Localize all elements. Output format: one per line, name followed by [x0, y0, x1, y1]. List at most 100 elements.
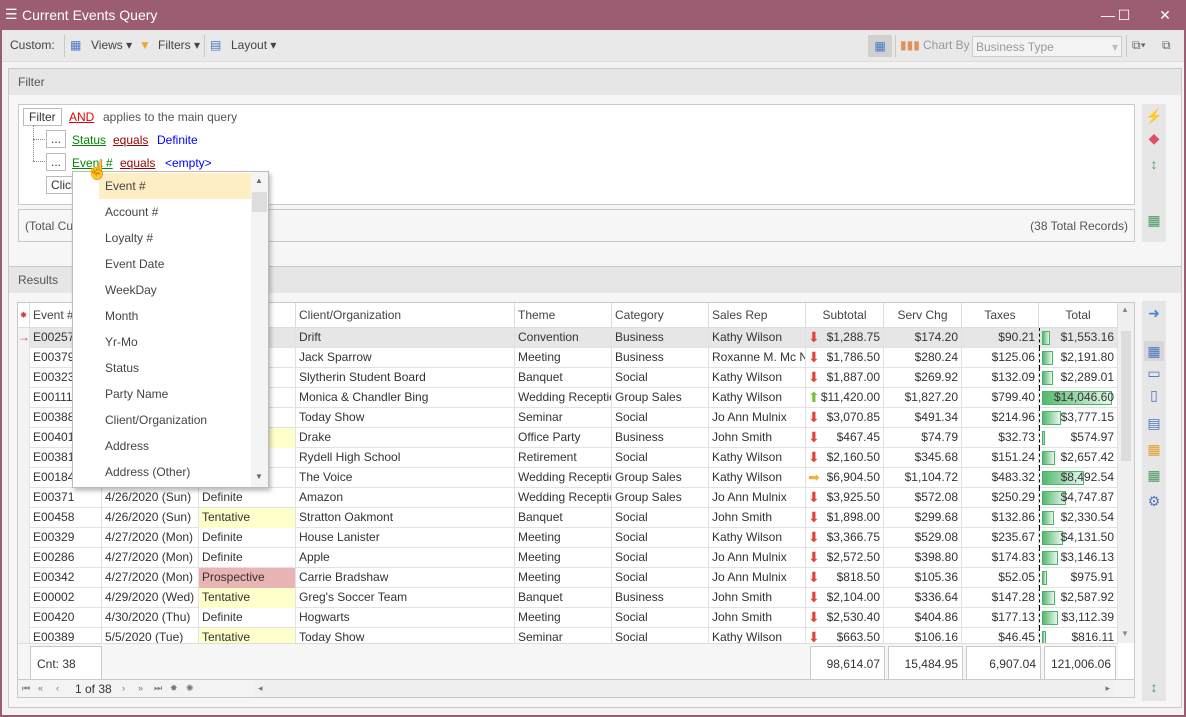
- first-record-button[interactable]: ⏮: [22, 683, 30, 694]
- cell-subtotal[interactable]: ⬇ $1,786.50: [806, 348, 884, 368]
- next-record-button[interactable]: ›: [122, 683, 125, 693]
- cell-event-date[interactable]: 4/27/2020 (Mon): [102, 548, 199, 568]
- cell-category[interactable]: Business: [612, 328, 709, 348]
- table-row[interactable]: E00002 4/29/2020 (Wed) Tentative Greg's Soc…: [18, 588, 1118, 608]
- cell-status[interactable]: Definite: [199, 528, 296, 548]
- cell-sales-rep[interactable]: Kathy Wilson: [709, 528, 806, 548]
- dropdown-item[interactable]: Month: [99, 303, 251, 329]
- cell-serv-chg[interactable]: $1,827.20: [884, 388, 962, 408]
- cell-taxes[interactable]: $174.83: [962, 548, 1039, 568]
- cell-client-organization[interactable]: Amazon: [296, 488, 515, 508]
- cell-theme[interactable]: Meeting: [515, 348, 612, 368]
- cell-client-organization[interactable]: The Voice: [296, 468, 515, 488]
- cell-subtotal[interactable]: ⬇ $818.50: [806, 568, 884, 588]
- cell-category[interactable]: Social: [612, 508, 709, 528]
- column-header[interactable]: Category: [612, 303, 709, 328]
- cell-client-organization[interactable]: Carrie Bradshaw: [296, 568, 515, 588]
- column-fit-icon[interactable]: ▦: [1144, 341, 1164, 361]
- cell-category[interactable]: Social: [612, 548, 709, 568]
- cell-serv-chg[interactable]: $398.80: [884, 548, 962, 568]
- dropdown-item[interactable]: Address (Other): [99, 459, 251, 485]
- table-row[interactable]: E00371 4/26/2020 (Sun) Definite Amazon Weddi…: [18, 488, 1118, 508]
- cell-sales-rep[interactable]: John Smith: [709, 588, 806, 608]
- form-view-icon[interactable]: ▭: [1144, 363, 1164, 383]
- window-settings-icon[interactable]: ⧉▾: [1132, 38, 1146, 53]
- maximize-button[interactable]: ☐: [1109, 4, 1139, 26]
- cell-serv-chg[interactable]: $404.86: [884, 608, 962, 628]
- cell-client-organization[interactable]: Apple: [296, 548, 515, 568]
- cell-serv-chg[interactable]: $280.24: [884, 348, 962, 368]
- edit-grid-icon[interactable]: ▦: [1144, 210, 1164, 230]
- cell-theme[interactable]: Wedding Reception: [515, 388, 612, 408]
- cell-sales-rep[interactable]: John Smith: [709, 608, 806, 628]
- dropdown-item[interactable]: Loyalty #: [99, 225, 251, 251]
- cell-taxes[interactable]: $799.40: [962, 388, 1039, 408]
- cell-client-organization[interactable]: Jack Sparrow: [296, 348, 515, 368]
- chart-by-select[interactable]: Business Type ▾: [972, 36, 1122, 57]
- column-header[interactable]: Total: [1039, 303, 1118, 328]
- dropdown-item[interactable]: Party Name: [99, 381, 251, 407]
- cell-client-organization[interactable]: House Lanister: [296, 528, 515, 548]
- cell-theme[interactable]: Office Party: [515, 428, 612, 448]
- dropdown-item[interactable]: Event Date: [99, 251, 251, 277]
- cell-total[interactable]: $975.91: [1039, 568, 1118, 588]
- last-record-button[interactable]: ⏭: [154, 683, 162, 694]
- cell-sales-rep[interactable]: Jo Ann Mulnix: [709, 408, 806, 428]
- cell-subtotal[interactable]: ⬇ $2,530.40: [806, 608, 884, 628]
- cell-theme[interactable]: Wedding Reception: [515, 488, 612, 508]
- prev-page-button[interactable]: «: [38, 683, 43, 693]
- cell-serv-chg[interactable]: $529.08: [884, 528, 962, 548]
- cell-sales-rep[interactable]: Kathy Wilson: [709, 448, 806, 468]
- cell-serv-chg[interactable]: $1,104.72: [884, 468, 962, 488]
- lightning-icon[interactable]: ⚡: [1144, 106, 1164, 126]
- cell-theme[interactable]: Meeting: [515, 568, 612, 588]
- dropdown-item[interactable]: Client/Organization: [99, 407, 251, 433]
- dropdown-item[interactable]: Address: [99, 433, 251, 459]
- eraser-icon[interactable]: ◆: [1144, 128, 1164, 148]
- cell-total[interactable]: $8,492.54: [1039, 468, 1118, 488]
- cell-event-date[interactable]: 4/26/2020 (Sun): [102, 488, 199, 508]
- cell-total[interactable]: $2,657.42: [1039, 448, 1118, 468]
- cell-client-organization[interactable]: Greg's Soccer Team: [296, 588, 515, 608]
- cell-serv-chg[interactable]: $269.92: [884, 368, 962, 388]
- cell-theme[interactable]: Meeting: [515, 548, 612, 568]
- cell-client-organization[interactable]: Today Show: [296, 408, 515, 428]
- detail-view-icon[interactable]: ▤: [1144, 413, 1164, 433]
- cell-sales-rep[interactable]: Roxanne M. Mc N: [709, 348, 806, 368]
- dropdown-scrollbar[interactable]: ▲ ▼: [251, 172, 268, 487]
- cell-serv-chg[interactable]: $74.79: [884, 428, 962, 448]
- table-row[interactable]: E00329 4/27/2020 (Mon) Definite House Lanis…: [18, 528, 1118, 548]
- condition-value[interactable]: <empty>: [165, 156, 212, 170]
- column-header[interactable]: Serv Chg: [884, 303, 962, 328]
- dropdown-scrollbar-thumb[interactable]: [252, 192, 267, 212]
- cell-theme[interactable]: Banquet: [515, 588, 612, 608]
- close-button[interactable]: ✕: [1150, 4, 1180, 26]
- grid-settings-icon[interactable]: ⚙: [1144, 491, 1164, 511]
- cell-serv-chg[interactable]: $299.68: [884, 508, 962, 528]
- cell-taxes[interactable]: $90.21: [962, 328, 1039, 348]
- cell-total[interactable]: $2,289.01: [1039, 368, 1118, 388]
- cell-subtotal[interactable]: ⬇ $1,898.00: [806, 508, 884, 528]
- cell-category[interactable]: Business: [612, 588, 709, 608]
- cell-category[interactable]: Business: [612, 428, 709, 448]
- column-header[interactable]: Sales Rep: [709, 303, 806, 328]
- cell-subtotal[interactable]: ⬇ $1,288.75: [806, 328, 884, 348]
- cell-client-organization[interactable]: Slytherin Student Board: [296, 368, 515, 388]
- cell-subtotal[interactable]: ⬆ $11,420.00: [806, 388, 884, 408]
- cell-client-organization[interactable]: Monica & Chandler Bing: [296, 388, 515, 408]
- dropdown-item[interactable]: Status: [99, 355, 251, 381]
- column-header[interactable]: Theme: [515, 303, 612, 328]
- cell-theme[interactable]: Meeting: [515, 608, 612, 628]
- cell-status[interactable]: Tentative: [199, 588, 296, 608]
- cell-total[interactable]: $574.97: [1039, 428, 1118, 448]
- cell-event-date[interactable]: 4/30/2020 (Thu): [102, 608, 199, 628]
- cell-serv-chg[interactable]: $491.34: [884, 408, 962, 428]
- condition-menu-button[interactable]: ...: [46, 130, 67, 148]
- cell-taxes[interactable]: $125.06: [962, 348, 1039, 368]
- cell-event[interactable]: E00002: [30, 588, 102, 608]
- cell-event-date[interactable]: 4/29/2020 (Wed): [102, 588, 199, 608]
- cell-total[interactable]: $3,112.39: [1039, 608, 1118, 628]
- export-icon[interactable]: ▦: [1144, 465, 1164, 485]
- cell-taxes[interactable]: $235.67: [962, 528, 1039, 548]
- cell-sales-rep[interactable]: Jo Ann Mulnix: [709, 488, 806, 508]
